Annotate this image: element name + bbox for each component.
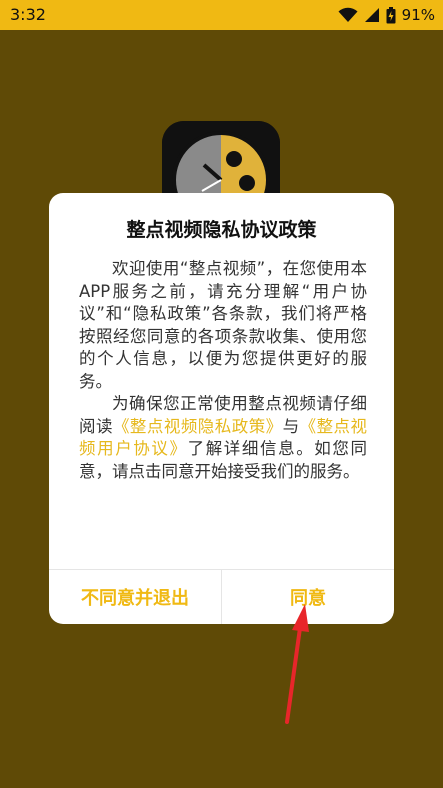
signal-icon	[364, 7, 380, 23]
agree-button[interactable]: 同意	[222, 570, 394, 624]
disagree-exit-button[interactable]: 不同意并退出	[49, 570, 221, 624]
wifi-icon	[338, 7, 358, 23]
privacy-policy-link[interactable]: 《整点视频隐私政策》	[113, 417, 283, 436]
dialog-paragraph-2: 为确保您正常使用整点视频请仔细阅读《整点视频隐私政策》与《整点视频用户协议》了解…	[79, 393, 367, 483]
battery-icon	[386, 6, 396, 24]
status-icons: 91%	[338, 4, 435, 26]
para2-mid: 与	[282, 416, 300, 436]
privacy-dialog: 整点视频隐私协议政策 欢迎使用“整点视频”，在您使用本APP服务之前，请充分理解…	[49, 193, 394, 624]
dialog-title: 整点视频隐私协议政策	[126, 219, 317, 241]
dialog-body: 欢迎使用“整点视频”，在您使用本APP服务之前，请充分理解“用户协议”和“隐私政…	[79, 258, 367, 483]
battery-percent: 91%	[401, 6, 435, 24]
dialog-paragraph-1: 欢迎使用“整点视频”，在您使用本APP服务之前，请充分理解“用户协议”和“隐私政…	[79, 259, 367, 391]
status-bar: 3:32 91%	[0, 0, 443, 30]
status-time: 3:32	[10, 5, 46, 24]
